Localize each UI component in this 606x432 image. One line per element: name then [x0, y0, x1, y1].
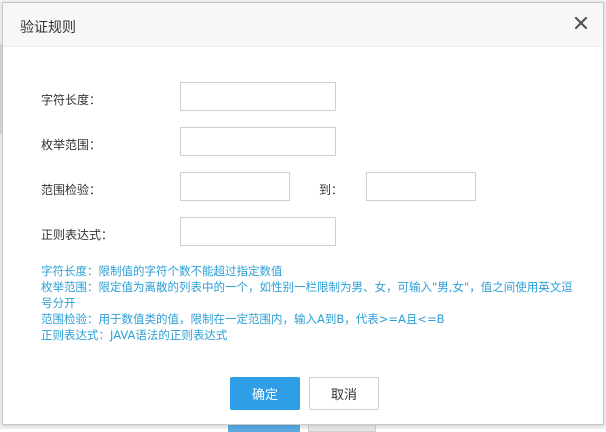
- help-line-regex: 正则表达式：JAVA语法的正则表达式: [41, 328, 228, 342]
- dialog-header: 验证规则: [3, 3, 603, 47]
- cancel-button[interactable]: 取消: [309, 377, 379, 410]
- help-line-range: 范围检验：用于数值类的值，限制在一定范围内，输入A到B，代表>=A且<=B: [41, 312, 445, 326]
- validation-rules-dialog: 验证规则 字符长度： 枚举范围： 范围检验： 到： 正则表达式： 字符长度：限制…: [2, 2, 604, 425]
- regex-input[interactable]: [180, 217, 336, 246]
- help-line-length: 字符长度：限制值的字符个数不能超过指定数值: [41, 264, 283, 278]
- confirm-button[interactable]: 确定: [230, 377, 300, 410]
- range-label: 范围检验：: [41, 183, 102, 197]
- help-line-enum: 枚举范围：限定值为离散的列表中的一个，如性别一栏限制为男、女，可输入"男,女"，…: [41, 280, 573, 310]
- enum-label: 枚举范围：: [41, 138, 102, 152]
- enum-input[interactable]: [180, 127, 336, 156]
- length-input[interactable]: [180, 82, 336, 111]
- dialog-title: 验证规则: [20, 20, 76, 36]
- range-from-input[interactable]: [180, 172, 290, 201]
- range-to-label: 到：: [319, 183, 344, 197]
- regex-label: 正则表达式：: [41, 228, 114, 242]
- length-label: 字符长度：: [41, 93, 102, 107]
- close-icon[interactable]: [573, 15, 589, 31]
- help-text: 字符长度：限制值的字符个数不能超过指定数值 枚举范围：限定值为离散的列表中的一个…: [41, 263, 581, 343]
- range-to-input[interactable]: [366, 172, 476, 201]
